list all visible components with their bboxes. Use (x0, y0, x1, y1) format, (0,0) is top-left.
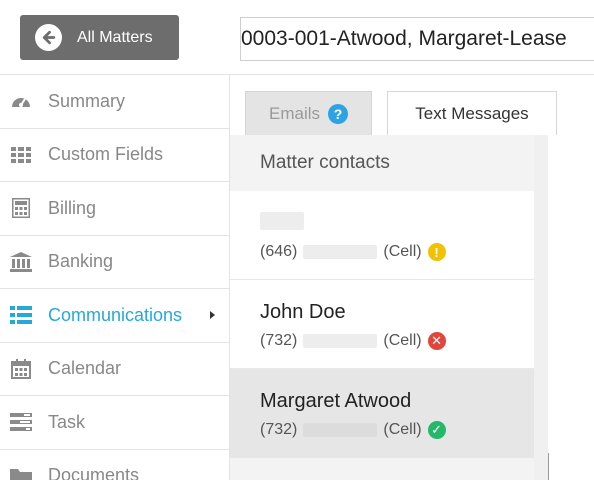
help-icon[interactable]: ? (328, 103, 348, 124)
contact-name: John Doe (260, 301, 346, 323)
contact-phone: (732) (Cell) ✓ (260, 421, 446, 439)
sidebar-item-label: Billing (48, 197, 97, 218)
phone-area-code: (732) (260, 332, 298, 349)
tab-text-messages-label: Text Messages (415, 103, 529, 123)
redacted-number (303, 334, 378, 348)
contact-item[interactable]: Margaret Atwood (732) (Cell) ✓ (230, 369, 534, 458)
sidebar-item-documents[interactable]: Documents (0, 450, 229, 480)
phone-area-code: (646) (260, 243, 298, 260)
redacted-number (303, 245, 378, 259)
sidebar-item-label: Task (48, 411, 86, 432)
sidebar: Summary Custom Fields Billing Banking Co… (0, 75, 230, 480)
contact-name (260, 212, 304, 236)
list-icon (10, 304, 32, 326)
sidebar-item-label: Calendar (48, 358, 122, 379)
phone-area-code: (732) (260, 421, 298, 438)
panel-title: Matter contacts (260, 152, 390, 173)
dashboard-icon (10, 90, 32, 112)
all-matters-label: All Matters (77, 28, 153, 46)
phone-type: (Cell) (383, 332, 422, 349)
sidebar-item-label: Communications (48, 304, 183, 325)
sidebar-item-custom-fields[interactable]: Custom Fields (0, 129, 229, 182)
contact-phone: (732) (Cell) ✕ (260, 332, 446, 350)
redacted-name (260, 212, 304, 230)
sidebar-item-task[interactable]: Task (0, 396, 229, 450)
calculator-icon (10, 197, 32, 219)
sidebar-item-banking[interactable]: Banking (0, 236, 229, 289)
header: All Matters 0003-001-Atwood, Margaret-Le… (0, 0, 594, 75)
grid-icon (10, 144, 32, 166)
main-content: Emails ? Text Messages Matter contacts (… (230, 75, 594, 480)
check-icon: ✓ (427, 421, 446, 439)
caret-right-icon (210, 311, 215, 320)
sidebar-item-billing[interactable]: Billing (0, 182, 229, 236)
warning-icon: ! (427, 243, 446, 261)
contact-item[interactable]: John Doe (732) (Cell) ✕ (230, 280, 534, 369)
sidebar-item-label: Banking (48, 251, 114, 272)
scrollbar[interactable] (534, 135, 548, 480)
contacts-panel: Matter contacts (646) (Cell) ! John Doe … (230, 135, 548, 480)
phone-type: (Cell) (383, 243, 422, 260)
matter-title: 0003-001-Atwood, Margaret-Lease (240, 17, 594, 61)
all-matters-button[interactable]: All Matters (20, 15, 179, 60)
contact-item[interactable]: (646) (Cell) ! (230, 191, 534, 280)
tab-emails-label: Emails (268, 103, 320, 123)
arrow-left-icon (35, 24, 62, 51)
error-icon: ✕ (427, 332, 446, 350)
tab-emails[interactable]: Emails ? (245, 91, 372, 135)
folder-icon (10, 465, 32, 480)
sidebar-item-label: Summary (48, 90, 126, 111)
sidebar-item-label: Custom Fields (48, 144, 164, 165)
tasks-icon (10, 411, 32, 433)
redacted-number (303, 423, 378, 437)
bank-icon (10, 251, 32, 273)
sidebar-item-communications[interactable]: Communications (0, 289, 229, 343)
sidebar-item-calendar[interactable]: Calendar (0, 343, 229, 396)
contact-name: Margaret Atwood (260, 390, 412, 412)
contact-phone: (646) (Cell) ! (260, 243, 446, 261)
phone-type: (Cell) (383, 421, 422, 438)
sidebar-item-label: Documents (48, 465, 140, 480)
sidebar-item-summary[interactable]: Summary (0, 75, 229, 129)
tab-text-messages[interactable]: Text Messages (387, 91, 557, 135)
divider (548, 453, 549, 480)
calendar-icon (10, 358, 32, 380)
